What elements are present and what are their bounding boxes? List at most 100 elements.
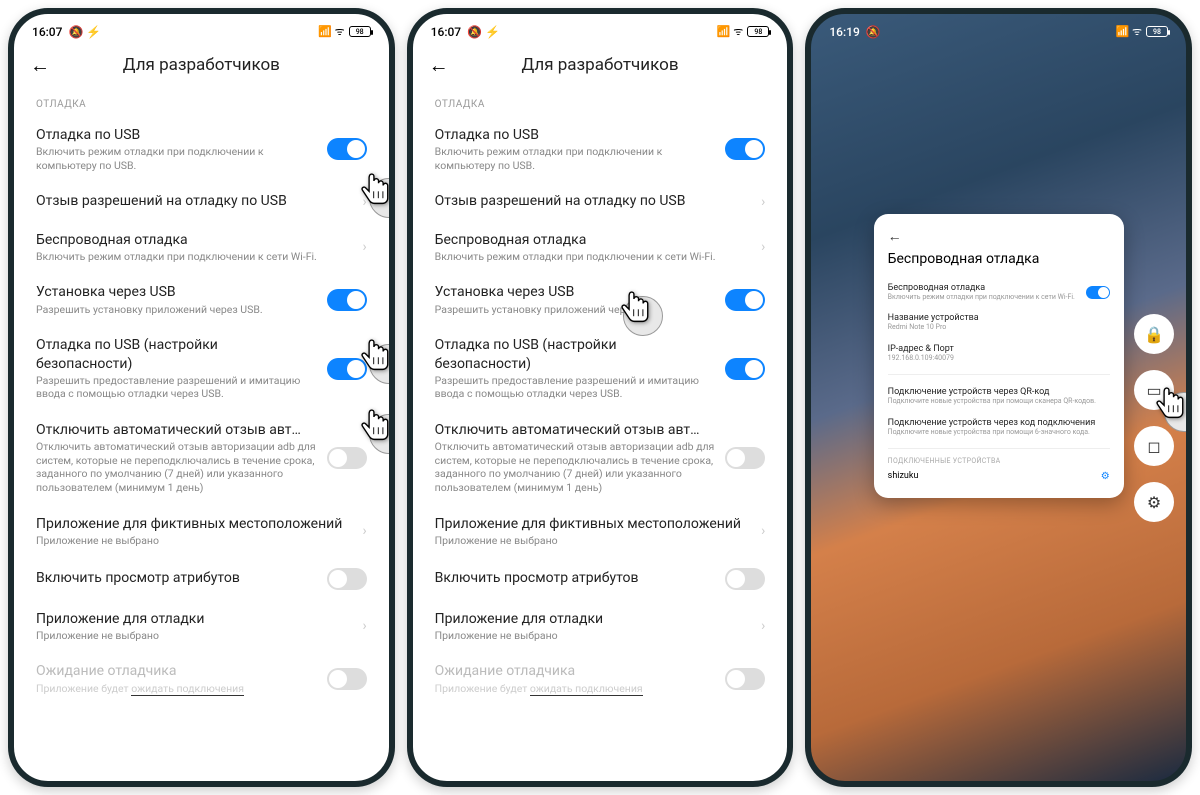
row-title: Отладка по USB (настройки безопасности) (36, 336, 317, 372)
row-sub: Разрешить предоставление разрешений и им… (36, 374, 317, 401)
signal-icon: 📶 ᯤ (1116, 24, 1142, 39)
card-row-wireless[interactable]: Беспроводная отладкаВключить режим отлад… (888, 277, 1110, 307)
row-attr-view[interactable]: Включить просмотр атрибутов (413, 558, 788, 600)
recents-card[interactable]: ← Беспроводная отладка Беспроводная отла… (874, 214, 1124, 498)
row-usb-security[interactable]: Отладка по USB (настройки безопасности)Р… (413, 326, 788, 411)
card-title: Беспроводная отладка (888, 251, 1110, 267)
row-title: Беспроводная отладка (36, 231, 352, 249)
side-btn-lock[interactable]: 🔒 (1134, 314, 1174, 354)
section-label: ОТЛАДКА (413, 85, 788, 116)
row-title: Беспроводная отладка (435, 231, 751, 249)
row-title: Приложение для фиктивных местоположений (36, 515, 352, 533)
row-title: Отзыв разрешений на отладку по USB (435, 192, 751, 210)
card-row-sub: Подключите новые устройства при помощи 6… (888, 428, 1110, 436)
card-row-title: IP-адрес & Порт (888, 344, 1110, 354)
row-sub: Включить режим отладки при подключении к… (435, 250, 751, 264)
row-title: Ожидание отладчика (36, 662, 317, 680)
chevron-icon: › (362, 239, 366, 255)
back-arrow-icon[interactable]: ← (429, 53, 449, 78)
card-device-row[interactable]: shizuku ⚙ (888, 465, 1110, 488)
section-label: ОТЛАДКА (14, 85, 389, 116)
card-row-qr-pair[interactable]: Подключение устройств через QR-кодПодклю… (888, 381, 1110, 411)
row-title: Отключить автоматический отзыв авт… (435, 421, 716, 439)
row-sub: Приложение не выбрано (435, 629, 751, 643)
row-sub: Разрешить установку приложений через USB… (435, 303, 716, 317)
row-title: Включить просмотр атрибутов (36, 569, 317, 587)
toggle-usb-security[interactable] (327, 358, 367, 380)
row-wireless[interactable]: Беспроводная отладкаВключить режим отлад… (14, 221, 389, 274)
chevron-icon: › (761, 618, 765, 634)
card-back-icon[interactable]: ← (888, 228, 1110, 245)
toggle-attr-view[interactable] (327, 568, 367, 590)
row-mock-location[interactable]: Приложение для фиктивных местоположенийП… (413, 505, 788, 558)
row-sub: Разрешить предоставление разрешений и им… (435, 374, 716, 401)
row-wait-debugger: Ожидание отладчика Приложение будет ожида… (413, 652, 788, 706)
card-row-sub: Redmi Note 10 Pro (888, 323, 1110, 331)
row-title: Установка через USB (435, 283, 716, 301)
row-attr-view[interactable]: Включить просмотр атрибутов (14, 558, 389, 600)
toggle-usb-security[interactable] (725, 358, 765, 380)
side-btn-settings[interactable]: ⚙ (1134, 482, 1174, 522)
status-icons: 🔕 (866, 25, 881, 39)
card-row-device-name[interactable]: Название устройстваRedmi Note 10 Pro (888, 307, 1110, 337)
row-usb-security[interactable]: Отладка по USB (настройки безопасности)Р… (14, 326, 389, 411)
row-sub: Отключить автоматический отзыв авторизац… (36, 440, 317, 495)
cursor-bg (623, 296, 663, 336)
row-title: Ожидание отладчика (435, 662, 716, 680)
toggle-usb-debug[interactable] (327, 138, 367, 160)
card-row-title: Беспроводная отладка (888, 283, 1086, 293)
chevron-icon: › (362, 523, 366, 539)
row-sub-b: ожидать подключения (131, 682, 244, 697)
toggle-attr-view[interactable] (725, 568, 765, 590)
row-auto-revoke[interactable]: Отключить автоматический отзыв авт…Отклю… (413, 411, 788, 505)
row-debug-app[interactable]: Приложение для отладкиПриложение не выбр… (14, 600, 389, 653)
row-revoke[interactable]: Отзыв разрешений на отладку по USB › (413, 182, 788, 220)
toggle-wireless-card[interactable] (1086, 286, 1110, 299)
row-title: Отладка по USB (настройки безопасности) (435, 336, 716, 372)
card-row-ip-port[interactable]: IP-адрес & Порт192.168.0.109:40079 (888, 338, 1110, 368)
side-btn-window[interactable]: ◻ (1134, 426, 1174, 466)
row-usb-debug[interactable]: Отладка по USBВключить режим отладки при… (413, 116, 788, 182)
row-auto-revoke[interactable]: Отключить автоматический отзыв авт…Отклю… (14, 411, 389, 505)
toggle-auto-revoke[interactable] (327, 447, 367, 469)
toggle-install-usb[interactable] (725, 289, 765, 311)
card-row-title: Подключение устройств через QR-код (888, 387, 1110, 397)
row-sub-b: ожидать подключения (530, 682, 643, 697)
phone-3: 16:19 🔕 📶 ᯤ 98 ← Беспроводная отладка Бесп… (805, 8, 1192, 787)
signal-icon: 📶 ᯤ (318, 24, 344, 39)
back-arrow-icon[interactable]: ← (30, 53, 50, 78)
card-section-label: ПОДКЛЮЧЕННЫЕ УСТРОЙСТВА (888, 457, 1110, 465)
row-title: Отладка по USB (435, 126, 716, 144)
recents-card-wrap: ← Беспроводная отладка Беспроводная отла… (874, 214, 1124, 498)
gear-icon[interactable]: ⚙ (1101, 471, 1110, 482)
status-time: 16:07 (431, 25, 461, 39)
card-row-code-pair[interactable]: Подключение устройств через код подключе… (888, 412, 1110, 442)
settings-icon: ⚙ (1147, 493, 1161, 512)
row-sub: Приложение не выбрано (435, 534, 751, 548)
battery-icon: 98 (1146, 26, 1168, 37)
row-mock-location[interactable]: Приложение для фиктивных местоположенийП… (14, 505, 389, 558)
row-sub: Включить режим отладки при подключении к… (435, 145, 716, 172)
device-name: shizuku (888, 471, 919, 481)
row-sub-a: Приложение будет (435, 682, 530, 695)
page-title: Для разработчиков (429, 55, 772, 75)
lock-icon: 🔒 (1144, 325, 1164, 344)
battery-icon: 98 (747, 26, 769, 37)
row-install-usb[interactable]: Установка через USB Разрешить установку п… (413, 273, 788, 326)
row-title: Приложение для отладки (36, 610, 352, 628)
row-usb-debug[interactable]: Отладка по USBВключить режим отладки при… (14, 116, 389, 182)
row-wireless[interactable]: Беспроводная отладкаВключить режим отлад… (413, 221, 788, 274)
header: ← Для разработчиков (14, 45, 389, 85)
row-sub: Приложение не выбрано (36, 534, 352, 548)
toggle-auto-revoke[interactable] (725, 447, 765, 469)
battery-icon: 98 (349, 26, 371, 37)
toggle-install-usb[interactable] (327, 289, 367, 311)
toggle-usb-debug[interactable] (725, 138, 765, 160)
row-debug-app[interactable]: Приложение для отладкиПриложение не выбр… (413, 600, 788, 653)
cursor-bg (1164, 392, 1192, 432)
row-title: Приложение для фиктивных местоположений (435, 515, 751, 533)
row-install-usb[interactable]: Установка через USBРазрешить установку п… (14, 273, 389, 326)
status-time: 16:19 (829, 25, 859, 39)
row-revoke[interactable]: Отзыв разрешений на отладку по USB › (14, 182, 389, 220)
card-row-sub: 192.168.0.109:40079 (888, 354, 1110, 362)
